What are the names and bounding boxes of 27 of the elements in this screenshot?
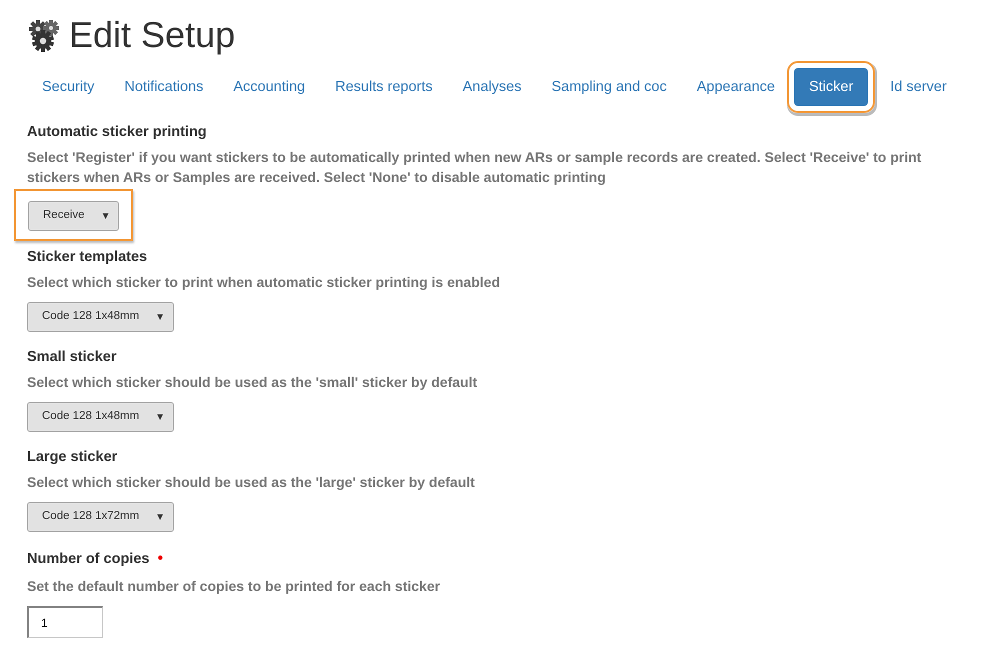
tab[interactable]: Sampling and coc [536, 68, 682, 106]
dropdown[interactable]: Code 128 1x72mm ▼ [27, 502, 174, 532]
help-text: Select which sticker should be used as the 'large' sticker by default [27, 473, 476, 492]
tab[interactable]: Id server [875, 68, 962, 106]
tab[interactable]: Sticker [794, 68, 868, 106]
field-label: Automatic sticker printing [27, 123, 207, 142]
field-label: Number of copies [27, 550, 150, 569]
help-text: Select 'Register' if you want stickers to be automatically printed when new ARs or sample records are created. Select 'Receive' to print stickers when ARs or Samples are received. Select 'None' to disable automatic printing [27, 148, 922, 187]
help-text: Set the default number of copies to be printed for each sticker [27, 577, 442, 596]
required-dot: • [157, 549, 164, 569]
tab[interactable]: Analyses [448, 68, 536, 106]
field-label: Large sticker [27, 448, 118, 467]
help-text: Select which sticker to print when automatic sticker printing is enabled [27, 273, 501, 292]
dropdown[interactable]: Code 128 1x48mm ▼ [27, 402, 174, 432]
gears-icon [27, 18, 61, 52]
tab[interactable]: Notifications [109, 68, 218, 106]
page-title: Edit Setup [69, 14, 236, 56]
dropdown[interactable]: Code 128 1x48mm ▼ [27, 302, 174, 332]
tab[interactable]: Security [27, 68, 110, 106]
tab[interactable]: Results reports [320, 68, 448, 106]
number-field[interactable]: 1 [27, 606, 103, 638]
field-label: Small sticker [27, 348, 116, 367]
dropdown[interactable]: Receive ▼ [28, 201, 120, 231]
tab[interactable]: Appearance [682, 68, 790, 106]
field-label: Sticker templates [27, 248, 148, 267]
help-text: Select which sticker should be used as the 'small' sticker by default [27, 373, 478, 392]
tab[interactable]: Accounting [218, 68, 320, 106]
